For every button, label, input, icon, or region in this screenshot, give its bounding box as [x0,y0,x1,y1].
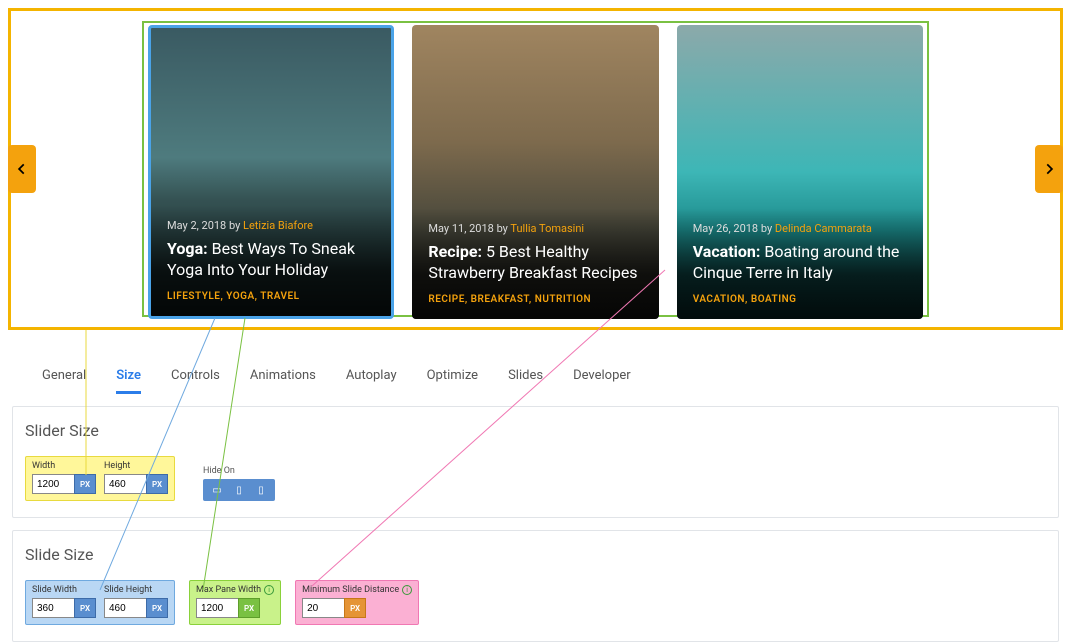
max-pane-width-label: Max Pane Width i [196,585,274,595]
card-date: May 26, 2018 [693,222,758,235]
tab-autoplay[interactable]: Autoplay [346,368,397,394]
card-categories[interactable]: RECIPE, BREAKFAST, NUTRITION [428,294,642,305]
carousel-outer: May 2, 2018 by Letizia Biafore Yoga: Bes… [8,8,1063,330]
unit-px[interactable]: PX [74,598,96,618]
unit-px[interactable]: PX [146,598,168,618]
tab-size[interactable]: Size [116,368,141,394]
unit-px[interactable]: PX [74,474,96,494]
card-overlay: May 2, 2018 by Letizia Biafore Yoga: Bes… [151,205,391,316]
card-title: Yoga: Best Ways To Sneak Yoga Into Your … [167,238,375,281]
settings-tabs: General Size Controls Animations Autopla… [0,330,1071,394]
panel-heading: Slider Size [25,421,1046,440]
card-by: by [761,222,772,235]
device-mobile-icon[interactable]: ▯ [252,482,270,498]
card-by: by [497,222,508,235]
card-meta: May 26, 2018 by Delinda Cammarata [693,222,907,235]
carousel-next-button[interactable] [1035,145,1063,193]
info-icon[interactable]: i [264,585,274,595]
carousel-card[interactable]: May 26, 2018 by Delinda Cammarata Vacati… [677,25,923,319]
tab-general[interactable]: General [42,368,86,394]
card-meta: May 11, 2018 by Tullia Tomasini [428,222,642,235]
slider-size-group: Width PX Height PX [25,456,175,501]
unit-px[interactable]: PX [238,598,260,618]
card-date: May 11, 2018 [428,222,493,235]
card-overlay: May 11, 2018 by Tullia Tomasini Recipe: … [412,208,658,319]
card-author[interactable]: Delinda Cammarata [775,222,872,235]
card-title-bold: Yoga: [167,239,208,258]
carousel-pane: May 2, 2018 by Letizia Biafore Yoga: Bes… [142,21,929,317]
card-categories[interactable]: VACATION, BOATING [693,294,907,305]
card-title-bold: Vacation: [693,242,761,261]
tab-developer[interactable]: Developer [573,368,631,394]
slide-width-input[interactable] [32,598,74,618]
min-slide-distance-group: Minimum Slide Distance i PX [295,580,419,625]
card-meta: May 2, 2018 by Letizia Biafore [167,219,375,232]
panel-slider-size: Slider Size Width PX Height PX Hide On [12,406,1059,518]
slide-width-label: Slide Width [32,585,96,595]
max-pane-width-group: Max Pane Width i PX [189,580,281,625]
hide-on-devices: ▭ ▯ ▯ [203,479,275,501]
min-slide-distance-label: Minimum Slide Distance i [302,585,412,595]
slide-height-input[interactable] [104,598,146,618]
chevron-right-icon [1042,162,1056,176]
max-pane-width-text: Max Pane Width [196,585,261,595]
card-categories[interactable]: LIFESTYLE, YOGA, TRAVEL [167,291,375,302]
card-date: May 2, 2018 [167,219,226,232]
carousel-prev-button[interactable] [8,145,36,193]
card-title-bold: Recipe: [428,242,482,261]
height-label: Height [104,461,168,471]
unit-px[interactable]: PX [146,474,168,494]
chevron-left-icon [15,162,29,176]
min-slide-distance-text: Minimum Slide Distance [302,585,399,595]
slide-size-group: Slide Width PX Slide Height PX [25,580,175,625]
min-slide-distance-input[interactable] [302,598,344,618]
slide-height-label: Slide Height [104,585,168,595]
unit-px[interactable]: PX [344,598,366,618]
height-input[interactable] [104,474,146,494]
hide-on-label: Hide On [203,466,275,476]
card-author[interactable]: Letizia Biafore [243,219,313,232]
card-overlay: May 26, 2018 by Delinda Cammarata Vacati… [677,208,923,319]
width-input[interactable] [32,474,74,494]
tab-optimize[interactable]: Optimize [427,368,478,394]
tab-controls[interactable]: Controls [171,368,220,394]
max-pane-width-input[interactable] [196,598,238,618]
panel-heading: Slide Size [25,545,1046,564]
info-icon[interactable]: i [402,585,412,595]
card-by: by [229,219,240,232]
tab-animations[interactable]: Animations [250,368,316,394]
device-desktop-icon[interactable]: ▭ [208,482,226,498]
tab-slides[interactable]: Slides [508,368,543,394]
carousel-card[interactable]: May 2, 2018 by Letizia Biafore Yoga: Bes… [148,25,394,319]
device-tablet-icon[interactable]: ▯ [230,482,248,498]
panel-slide-size: Slide Size Slide Width PX Slide Height P… [12,530,1059,642]
card-title: Vacation: Boating around the Cinque Terr… [693,241,907,284]
carousel-card[interactable]: May 11, 2018 by Tullia Tomasini Recipe: … [412,25,658,319]
card-author[interactable]: Tullia Tomasini [510,222,584,235]
width-label: Width [32,461,96,471]
card-title: Recipe: 5 Best Healthy Strawberry Breakf… [428,241,642,284]
hide-on-group: Hide On ▭ ▯ ▯ [203,466,275,501]
